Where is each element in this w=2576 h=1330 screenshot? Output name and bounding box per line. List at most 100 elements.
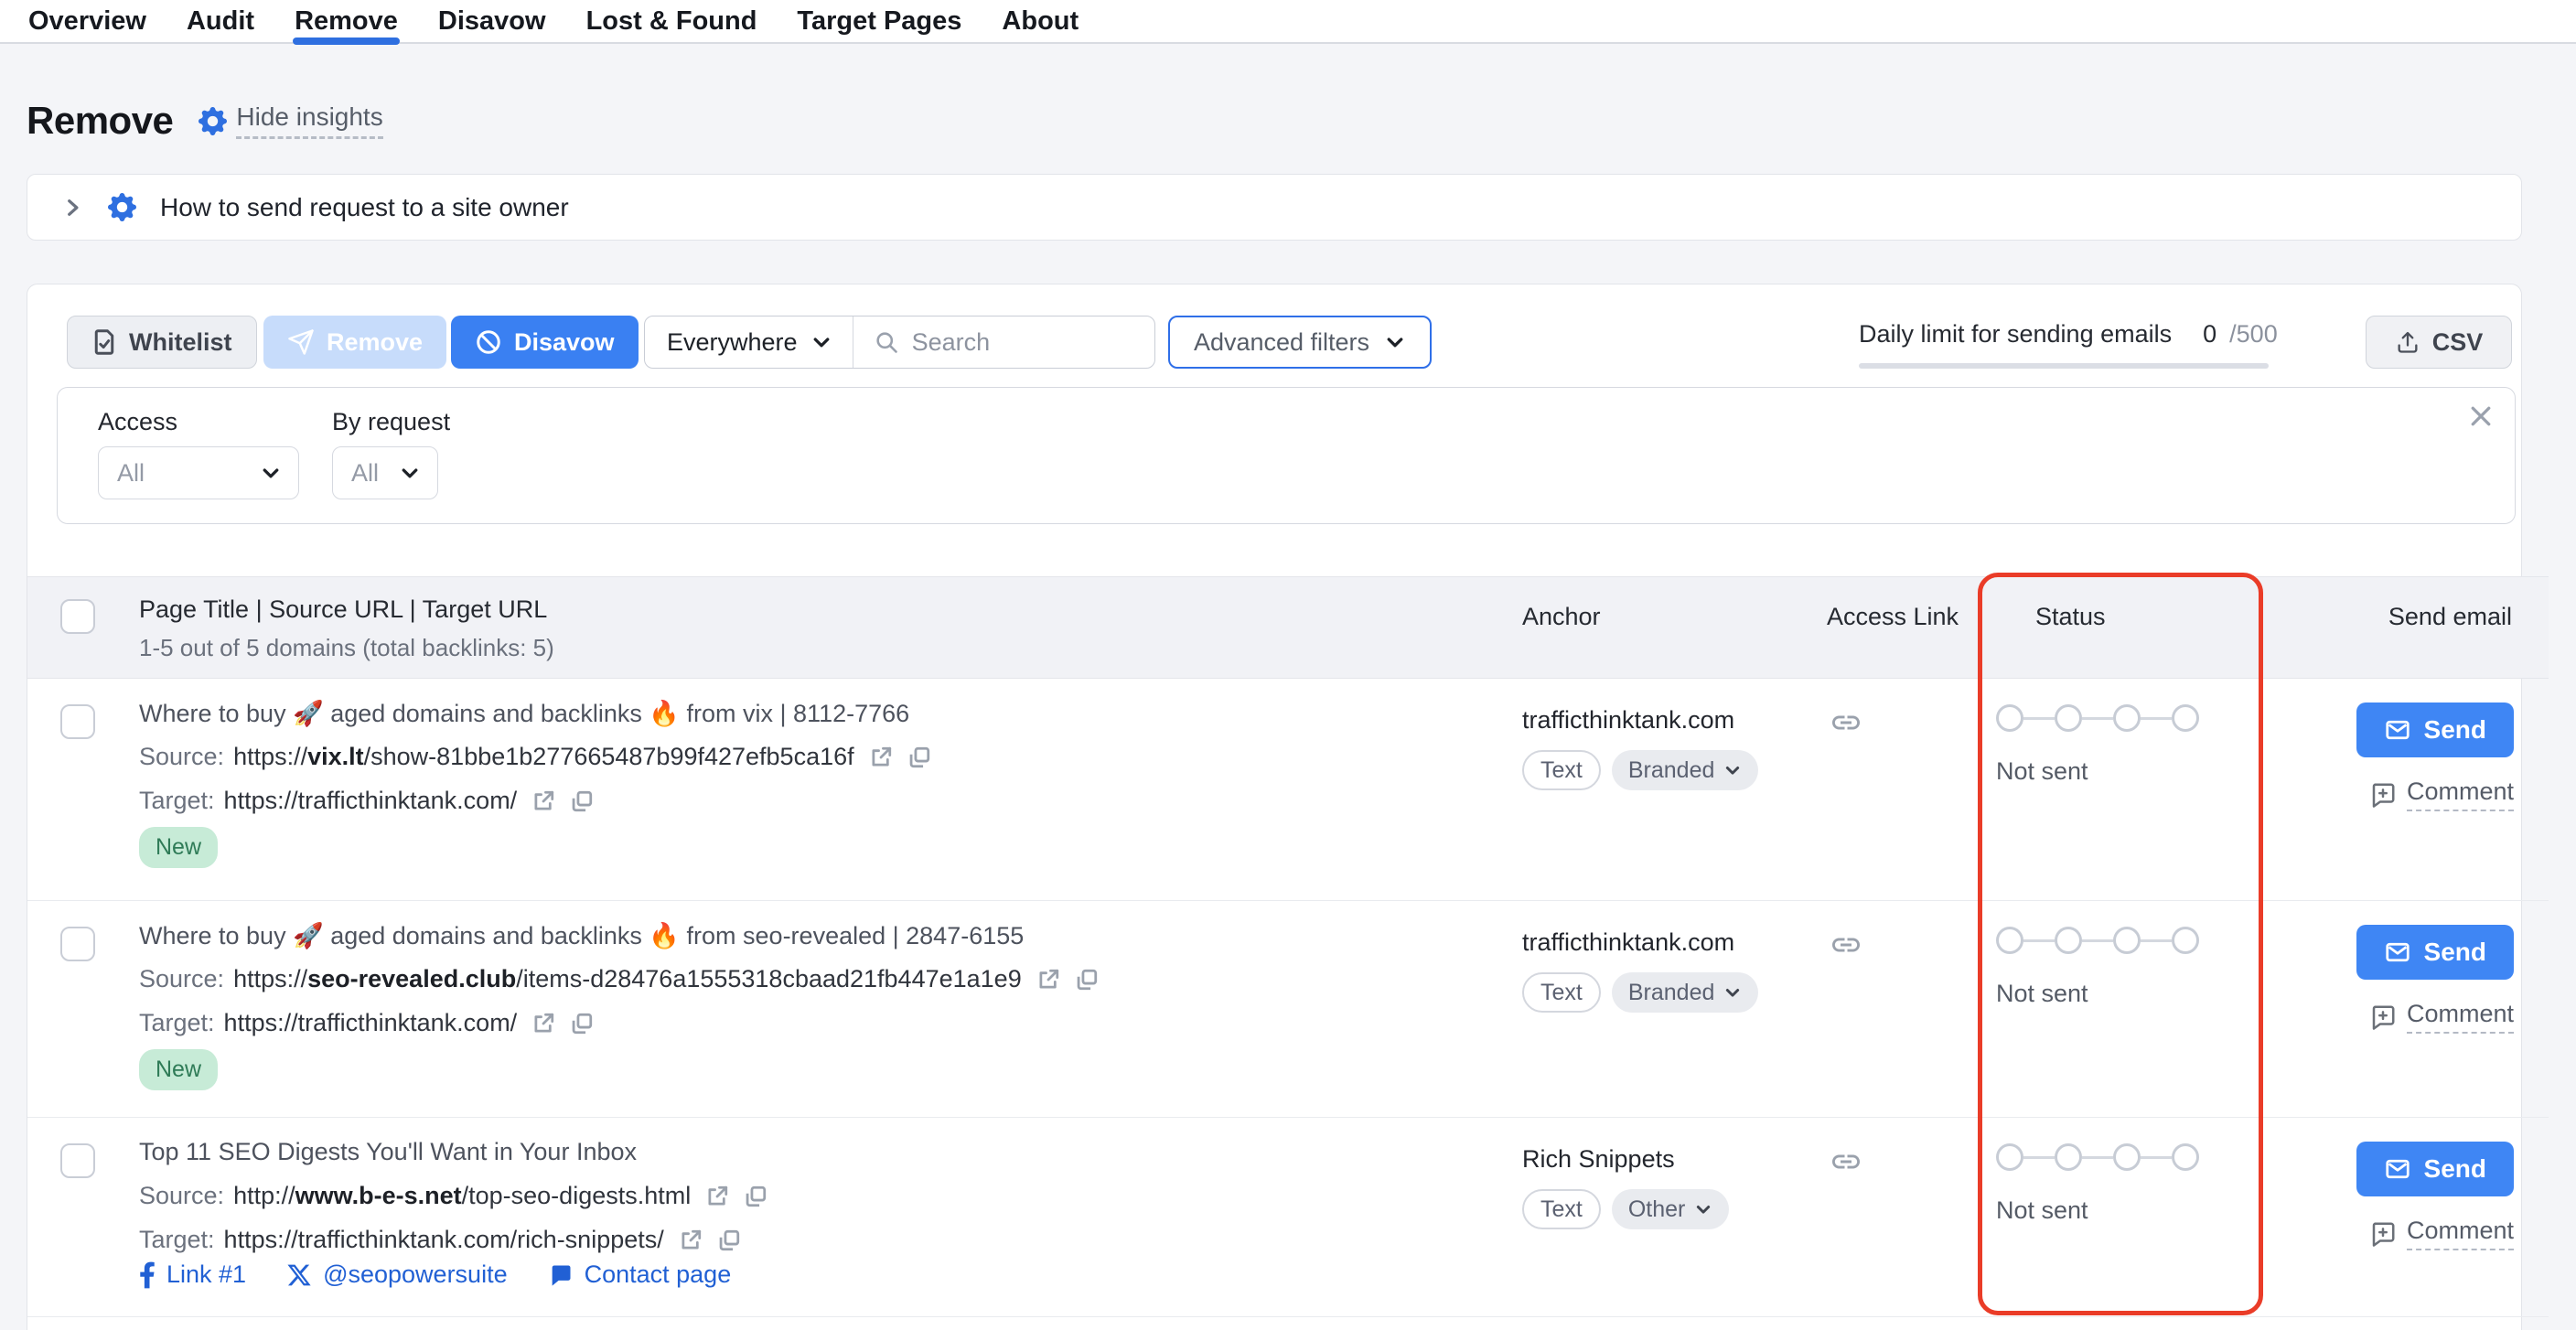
column-header-anchor: Anchor xyxy=(1522,603,1601,631)
tab-target-pages[interactable]: Target Pages xyxy=(795,0,963,43)
anchor-text: trafficthinktank.com xyxy=(1522,928,1734,957)
status-stepper xyxy=(1996,927,2199,954)
column-header-access-link: Access Link xyxy=(1827,603,1959,631)
copy-icon[interactable] xyxy=(907,745,931,769)
send-button[interactable]: Send xyxy=(2356,1142,2514,1196)
copy-icon[interactable] xyxy=(744,1185,767,1208)
external-link-icon[interactable] xyxy=(1036,968,1060,992)
scope-select[interactable]: Everywhere xyxy=(645,316,853,368)
export-csv-button[interactable]: CSV xyxy=(2366,316,2512,369)
external-link-icon[interactable] xyxy=(531,789,555,813)
chevron-down-icon xyxy=(1384,331,1406,353)
tab-disavow[interactable]: Disavow xyxy=(436,0,548,43)
envelope-icon xyxy=(2384,939,2411,966)
anchor-type-tag: Text xyxy=(1522,972,1601,1013)
contact-page-link[interactable]: Contact page xyxy=(548,1260,732,1289)
source-label: Source: xyxy=(139,1182,224,1210)
circle-slash-icon xyxy=(475,328,502,356)
target-url: https://trafficthinktank.com/rich-snippe… xyxy=(224,1226,664,1254)
status-text: Not sent xyxy=(1996,980,2088,1008)
anchor-category-dropdown[interactable]: Branded xyxy=(1612,750,1759,790)
access-link-icon[interactable] xyxy=(1830,928,1862,961)
send-button[interactable]: Send xyxy=(2356,925,2514,980)
tab-audit[interactable]: Audit xyxy=(185,0,256,43)
hide-insights-link[interactable]: Hide insights xyxy=(199,102,382,139)
facebook-link[interactable]: Link #1 xyxy=(139,1260,246,1289)
copy-icon[interactable] xyxy=(717,1228,741,1252)
column-header-status: Status xyxy=(2035,603,2106,631)
copy-icon[interactable] xyxy=(1075,968,1099,992)
source-url: https://seo-revealed.club/items-d28476a1… xyxy=(233,965,1022,993)
filters-panel: Access All By request All xyxy=(57,387,2516,524)
insights-expander[interactable]: How to send request to a site owner xyxy=(27,174,2522,241)
backlink-title: Where to buy 🚀 aged domains and backlink… xyxy=(139,921,1024,950)
chevron-down-icon xyxy=(1723,761,1742,779)
comment-link[interactable]: Comment xyxy=(2369,1217,2514,1250)
close-icon xyxy=(2467,402,2495,430)
source-label: Source: xyxy=(139,743,224,771)
anchor-type-tag: Text xyxy=(1522,750,1601,790)
external-link-icon[interactable] xyxy=(869,745,893,769)
copy-icon[interactable] xyxy=(570,1012,594,1035)
anchor-category-dropdown[interactable]: Branded xyxy=(1612,972,1759,1013)
access-link-icon[interactable] xyxy=(1830,706,1862,739)
backlink-title: Top 11 SEO Digests You'll Want in Your I… xyxy=(139,1138,637,1166)
row-checkbox[interactable] xyxy=(60,1143,95,1178)
comment-link[interactable]: Comment xyxy=(2369,778,2514,811)
access-filter-select[interactable]: All xyxy=(98,446,299,499)
anchor-type-tag: Text xyxy=(1522,1189,1601,1229)
column-header-send-email: Send email xyxy=(2388,603,2512,631)
tab-lost-and-found[interactable]: Lost & Found xyxy=(585,0,759,43)
csv-label: CSV xyxy=(2432,328,2484,357)
column-header-main: Page Title | Source URL | Target URL xyxy=(139,595,547,624)
gear-icon xyxy=(108,193,136,221)
whitelist-doc-check-icon xyxy=(91,328,117,356)
external-link-icon[interactable] xyxy=(679,1228,703,1252)
remove-button[interactable]: Remove xyxy=(263,316,446,369)
access-filter-label: Access xyxy=(98,408,177,436)
source-url: http://www.b-e-s.net/top-seo-digests.htm… xyxy=(233,1182,691,1210)
daily-limit: Daily limit for sending emails 0/500 xyxy=(1859,320,2270,369)
tab-about[interactable]: About xyxy=(1000,0,1080,43)
send-button[interactable]: Send xyxy=(2356,703,2514,757)
status-text: Not sent xyxy=(1996,1196,2088,1225)
search-group: Everywhere xyxy=(644,316,1155,369)
table-row: Top 11 SEO Digests You'll Want in Your I… xyxy=(27,1118,2549,1317)
advanced-filters-button[interactable]: Advanced filters xyxy=(1168,316,1432,369)
access-link-icon[interactable] xyxy=(1830,1145,1862,1178)
source-url: https://vix.lt/show-81bbe1b277665487b99f… xyxy=(233,743,854,771)
hide-insights-label: Hide insights xyxy=(236,102,382,139)
status-text: Not sent xyxy=(1996,757,2088,786)
tab-overview[interactable]: Overview xyxy=(27,0,148,43)
copy-icon[interactable] xyxy=(570,789,594,813)
row-checkbox[interactable] xyxy=(60,927,95,961)
export-icon xyxy=(2395,329,2420,355)
external-link-icon[interactable] xyxy=(705,1185,729,1208)
by-request-filter-select[interactable]: All xyxy=(332,446,438,499)
disavow-label: Disavow xyxy=(514,328,615,357)
comment-link[interactable]: Comment xyxy=(2369,1000,2514,1034)
target-url: https://trafficthinktank.com/ xyxy=(224,1009,518,1037)
gear-icon xyxy=(199,107,227,135)
row-checkbox[interactable] xyxy=(60,704,95,739)
whitelist-button[interactable]: Whitelist xyxy=(67,316,257,369)
chevron-down-icon xyxy=(810,331,832,353)
anchor-text: trafficthinktank.com xyxy=(1522,706,1734,735)
external-link-icon[interactable] xyxy=(531,1012,555,1035)
search-input[interactable] xyxy=(912,328,1132,357)
comment-plus-icon xyxy=(2369,1003,2397,1031)
top-tab-bar: Overview Audit Remove Disavow Lost & Fou… xyxy=(0,0,2576,44)
comment-bubble-icon xyxy=(548,1262,574,1288)
whitelist-label: Whitelist xyxy=(129,328,232,357)
by-request-filter-label: By request xyxy=(332,408,450,436)
tab-remove[interactable]: Remove xyxy=(293,0,400,43)
new-badge: New xyxy=(139,1049,218,1090)
table-summary: 1-5 out of 5 domains (total backlinks: 5… xyxy=(139,634,554,662)
anchor-category-dropdown[interactable]: Other xyxy=(1612,1189,1730,1229)
close-filters-button[interactable] xyxy=(2467,402,2495,430)
envelope-icon xyxy=(2384,1155,2411,1183)
select-all-checkbox[interactable] xyxy=(60,599,95,634)
comment-plus-icon xyxy=(2369,781,2397,809)
x-profile-link[interactable]: @seopowersuite xyxy=(286,1260,508,1289)
disavow-button[interactable]: Disavow xyxy=(451,316,639,369)
